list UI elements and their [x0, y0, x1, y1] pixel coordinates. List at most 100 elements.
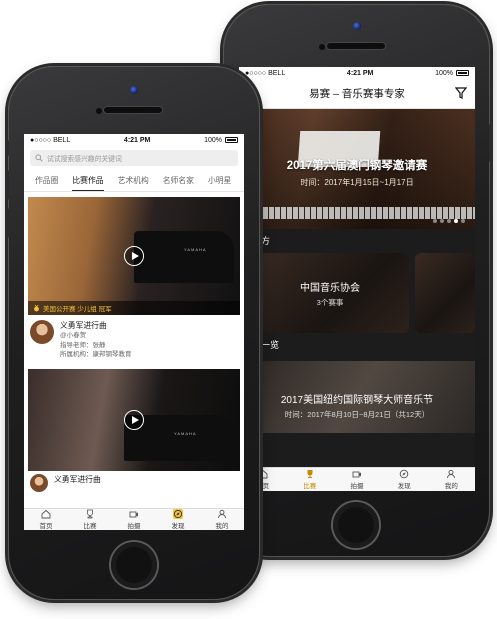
tab-me[interactable]: 我的: [200, 509, 244, 530]
discover-icon: [173, 509, 183, 519]
volume-up-button[interactable]: [6, 170, 9, 200]
app-header: 易赛 – 音乐赛事专家: [239, 79, 475, 109]
tab-label: 我的: [444, 483, 458, 490]
pager-dot: [447, 219, 451, 223]
trophy-icon: [307, 470, 313, 478]
volume-down-button[interactable]: [6, 208, 9, 238]
video-info[interactable]: 义勇军进行曲 @小春贺 指导老师：张静 所属机构：康邦钢琴教育: [24, 315, 244, 364]
piano-brand: YAMAHA: [174, 430, 197, 436]
org-name: 中国音乐协会: [300, 283, 360, 294]
tab-discover[interactable]: 发现: [381, 468, 428, 491]
play-icon[interactable]: [124, 409, 144, 430]
tab-discover[interactable]: 发现: [156, 509, 200, 530]
tab-famous-teachers[interactable]: 名师名家: [156, 170, 201, 191]
performer-name: @小春贺: [60, 332, 87, 339]
org-competition-count: 3个赛事: [316, 298, 344, 307]
tab-art-institutions[interactable]: 艺术机构: [111, 170, 156, 191]
back-phone: ●○○○○ BELL 4:21 PM 100% 易赛 – 音乐赛事专家 2017…: [223, 4, 492, 557]
orgs-section-title: 主办方: [239, 229, 475, 253]
status-bar: ●○○○○ BELL 4:21 PM 100%: [239, 67, 475, 79]
institution-name: 所属机构：康邦钢琴教育: [60, 351, 132, 358]
tab-shoot[interactable]: 拍摄: [333, 468, 380, 491]
award-banner: 美国公开赛 少儿组 冠军: [28, 301, 240, 315]
medal-icon: [34, 304, 39, 311]
filter-icon[interactable]: [455, 87, 467, 99]
clock-label: 4:21 PM: [123, 136, 151, 144]
org-card[interactable]: 中国音乐协会 3个赛事: [251, 253, 409, 333]
tab-label: 比赛: [83, 523, 97, 530]
discover-icon: [399, 469, 409, 479]
battery-icon: [456, 70, 469, 76]
tab-label: 发现: [397, 483, 411, 490]
tab-little-stars[interactable]: 小明星: [201, 170, 238, 191]
search-input[interactable]: 试试搜索感兴趣的关键词: [30, 150, 238, 166]
pager-dot: [461, 219, 465, 223]
list-section-title: 赛事一览: [243, 340, 280, 350]
status-bar: ●○○○○ BELL 4:21 PM 100%: [24, 134, 244, 146]
home-button[interactable]: [111, 542, 157, 588]
competition-card[interactable]: 报名 2017美国纽约国际钢琴大师音乐节 时间：2017年8月10日~8月21日…: [239, 361, 475, 433]
org-card-next[interactable]: [415, 253, 475, 333]
front-phone: ●○○○○ BELL 4:21 PM 100% 试试搜索感兴趣的关键词 作品圈 …: [6, 66, 260, 600]
tab-competition[interactable]: 比赛: [68, 509, 112, 530]
video-card[interactable]: YAMAHA 美国公开赛 少儿组 冠军: [28, 197, 240, 315]
video-meta: 义勇军进行曲: [54, 474, 101, 492]
pager-dot-active: [454, 219, 458, 223]
mute-switch[interactable]: [6, 140, 9, 156]
tab-label: 发现: [171, 523, 185, 530]
power-button[interactable]: [489, 124, 492, 162]
play-icon[interactable]: [124, 246, 144, 266]
front-camera: [353, 22, 361, 30]
page-title: 易赛 – 音乐赛事专家: [309, 88, 405, 100]
earpiece-speaker: [327, 43, 385, 49]
user-icon: [447, 469, 456, 479]
battery-percent: 100%: [204, 136, 222, 144]
tab-label: 拍摄: [127, 523, 141, 530]
tab-label: 拍摄: [350, 483, 364, 490]
pager-dot: [433, 219, 437, 223]
tab-competition-works[interactable]: 比赛作品: [65, 170, 110, 191]
piano-image: YAMAHA: [134, 231, 234, 283]
trophy-icon: [87, 509, 93, 519]
category-tabs: 作品圈 比赛作品 艺术机构 名师名家 小明星: [24, 170, 244, 192]
featured-banner[interactable]: 2017第六届澳门钢琴邀请赛 时间：2017年1月15日~1月17日: [239, 109, 475, 229]
battery-percent: 100%: [435, 69, 453, 77]
banner-time: 时间：2017年1月15日~1月17日: [300, 178, 414, 187]
camera-icon: [129, 511, 138, 518]
camera-icon: [352, 471, 361, 478]
avatar[interactable]: [30, 473, 48, 492]
tab-shoot[interactable]: 拍摄: [112, 509, 156, 530]
sensor-dot: [96, 108, 102, 114]
competition-time: 时间：2017年8月10日~8月21日（共12天）: [284, 410, 430, 419]
tab-me[interactable]: 我的: [428, 468, 475, 491]
home-icon: [41, 509, 51, 519]
user-icon: [218, 509, 226, 519]
video-meta: 义勇军进行曲 @小春贺 指导老师：张静 所属机构：康邦钢琴教育: [60, 320, 132, 360]
tab-label: 我的: [215, 523, 229, 530]
pager-dot: [440, 219, 444, 223]
competition-name: 2017美国纽约国际钢琴大师音乐节: [280, 395, 434, 406]
video-card[interactable]: YAMAHA: [28, 368, 240, 471]
battery-icon: [225, 137, 238, 143]
song-title: 义勇军进行曲: [60, 321, 107, 330]
front-camera: [130, 86, 138, 94]
piano-brand: YAMAHA: [184, 247, 207, 252]
video-info[interactable]: 义勇军进行曲: [24, 471, 244, 496]
bottom-tabbar: 首页 比赛 拍摄 发现 我的: [239, 467, 475, 491]
front-screen: ●○○○○ BELL 4:21 PM 100% 试试搜索感兴趣的关键词 作品圈 …: [24, 134, 244, 530]
earpiece-speaker: [104, 107, 162, 113]
search-bar: 试试搜索感兴趣的关键词: [24, 146, 244, 170]
avatar[interactable]: [30, 320, 54, 344]
sensor-dot: [319, 44, 325, 50]
home-button[interactable]: [333, 502, 379, 548]
carrier-label: ●○○○○ BELL: [30, 136, 71, 144]
teacher-name: 指导老师：张静: [60, 341, 106, 349]
award-text: 美国公开赛 少儿组 冠军: [43, 306, 112, 313]
tab-works-circle[interactable]: 作品圈: [28, 170, 65, 191]
carrier-label: ●○○○○ BELL: [245, 69, 286, 77]
search-icon: [35, 154, 43, 162]
banner-pager: [433, 219, 465, 223]
tab-competition[interactable]: 比赛: [286, 468, 333, 491]
back-screen: ●○○○○ BELL 4:21 PM 100% 易赛 – 音乐赛事专家 2017…: [239, 67, 475, 491]
tab-home[interactable]: 首页: [24, 509, 68, 530]
